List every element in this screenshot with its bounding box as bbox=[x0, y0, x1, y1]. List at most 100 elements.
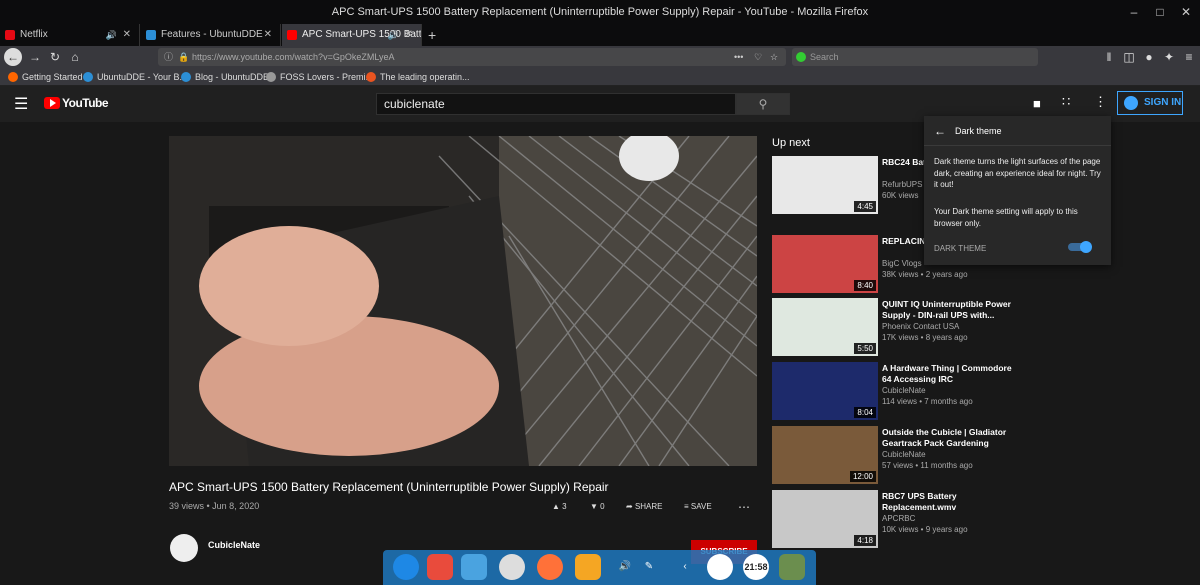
library-icon[interactable]: ‖ bbox=[1100, 48, 1118, 66]
popup-header: ← Dark theme bbox=[924, 116, 1111, 146]
bookmark-star-icon[interactable]: ☆ bbox=[770, 48, 778, 66]
speaker-icon[interactable]: 🔊 bbox=[388, 24, 399, 46]
minimize-icon[interactable]: – bbox=[1120, 0, 1148, 24]
related-video[interactable]: 12:00 Outside the Cubicle | Gladiator Ge… bbox=[772, 426, 1042, 488]
pocket-icon[interactable]: ♡ bbox=[754, 48, 762, 66]
share-icon: ➦ bbox=[626, 502, 633, 511]
related-video[interactable]: 5:50 QUINT IQ Uninterruptible Power Supp… bbox=[772, 298, 1042, 360]
power-icon[interactable] bbox=[707, 554, 733, 580]
video-meta: 39 views • Jun 8, 2020 bbox=[169, 501, 260, 511]
back-icon[interactable]: ← bbox=[4, 48, 22, 66]
channel-name: RefurbUPS bbox=[882, 180, 923, 189]
maximize-icon[interactable]: □ bbox=[1146, 0, 1174, 24]
channel-name: APCRBC bbox=[882, 514, 916, 523]
close-window-icon[interactable]: ✕ bbox=[1172, 0, 1200, 24]
window-title: APC Smart-UPS 1500 Battery Replacement (… bbox=[331, 6, 869, 18]
tab-youtube[interactable]: APC Smart-UPS 1500 Batt 🔊 ✕ bbox=[282, 24, 422, 46]
related-video[interactable]: 8:04 A Hardware Thing | Commodore 64 Acc… bbox=[772, 362, 1042, 424]
sign-in-button[interactable]: SIGN IN bbox=[1117, 91, 1183, 115]
duration-badge: 12:00 bbox=[849, 471, 876, 482]
new-tab-icon[interactable]: + bbox=[428, 24, 436, 46]
bookmark-item[interactable]: Blog - UbuntuDDE bbox=[181, 68, 269, 86]
app-store-icon[interactable] bbox=[461, 554, 487, 580]
save-button[interactable]: ≡ SAVE bbox=[684, 500, 712, 514]
share-button[interactable]: ➦ SHARE bbox=[626, 500, 663, 514]
sign-in-label: SIGN IN bbox=[1144, 97, 1182, 108]
tab-netflix[interactable]: Netflix 🔊 ✕ bbox=[0, 24, 140, 46]
launcher-icon[interactable] bbox=[393, 554, 419, 580]
trash-icon[interactable] bbox=[779, 554, 805, 580]
close-tab-icon[interactable]: ✕ bbox=[264, 24, 272, 46]
tab-features-ubuntudde[interactable]: Features - UbuntuDDE ✕ bbox=[141, 24, 281, 46]
video-thumbnail[interactable]: 4:45 bbox=[772, 156, 878, 214]
apps-grid-icon[interactable]: ∷ bbox=[1062, 94, 1070, 110]
channel-avatar[interactable] bbox=[170, 534, 198, 562]
url-bar[interactable]: ⓘ 🔒 https://www.youtube.com/watch?v=GpOk… bbox=[158, 48, 786, 66]
chevron-left-icon[interactable]: ‹ bbox=[675, 554, 695, 580]
search-bar[interactable]: Search bbox=[792, 48, 1038, 66]
dark-theme-toggle[interactable] bbox=[1068, 241, 1092, 253]
close-tab-icon[interactable]: ✕ bbox=[123, 24, 131, 46]
create-video-icon[interactable]: ■ bbox=[1033, 96, 1041, 111]
volume-icon[interactable]: 🔊 bbox=[615, 554, 635, 580]
video-title: QUINT IQ Uninterruptible Power Supply - … bbox=[882, 299, 1011, 320]
lock-icon: 🔒 bbox=[178, 52, 190, 62]
bookmark-item[interactable]: Getting Started bbox=[8, 68, 83, 86]
tab-bar: Netflix 🔊 ✕ Features - UbuntuDDE ✕ APC S… bbox=[0, 24, 1200, 46]
menu-icon[interactable]: ≡ bbox=[1180, 48, 1198, 66]
ubuntudde-icon bbox=[181, 72, 191, 82]
channel-name: CubicleNate bbox=[882, 386, 926, 395]
extension-icon[interactable]: ✦ bbox=[1160, 48, 1178, 66]
clock-widget[interactable]: 21:58 bbox=[743, 554, 769, 580]
like-button[interactable]: ▲ 3 bbox=[552, 500, 567, 514]
duration-badge: 4:45 bbox=[854, 201, 876, 212]
video-thumbnail[interactable]: 8:04 bbox=[772, 362, 878, 420]
page-actions-icon[interactable]: ••• bbox=[734, 48, 743, 66]
bookmark-item[interactable]: FOSS Lovers - Premi... bbox=[266, 68, 373, 86]
screen-recorder-icon[interactable] bbox=[427, 554, 453, 580]
forward-icon[interactable]: → bbox=[26, 48, 44, 66]
youtube-search-button[interactable]: ⚲ bbox=[736, 93, 790, 115]
view-count: 57 views • 11 months ago bbox=[882, 461, 973, 470]
video-thumbnail[interactable]: 4:18 bbox=[772, 490, 878, 548]
more-actions-icon[interactable]: ⋯ bbox=[738, 500, 750, 514]
related-video[interactable]: 4:18 RBC7 UPS Battery Replacement.wmv AP… bbox=[772, 490, 1042, 552]
popup-note: Your Dark theme setting will apply to th… bbox=[934, 207, 1078, 228]
video-thumbnail[interactable]: 12:00 bbox=[772, 426, 878, 484]
settings-dots-icon[interactable]: ⋮ bbox=[1094, 94, 1107, 110]
dislike-button[interactable]: ▼ 0 bbox=[590, 500, 605, 514]
back-arrow-icon[interactable]: ← bbox=[934, 116, 946, 146]
hamburger-menu-icon[interactable]: ☰ bbox=[14, 94, 28, 114]
settings-icon[interactable] bbox=[499, 554, 525, 580]
search-icon: ⚲ bbox=[758, 97, 768, 111]
view-count: 38K views • 2 years ago bbox=[882, 270, 968, 279]
url-text: https://www.youtube.com/watch?v=GpOkeZML… bbox=[192, 52, 395, 62]
sidebar-icon[interactable]: ◫ bbox=[1120, 48, 1138, 66]
downloads-icon[interactable] bbox=[575, 554, 601, 580]
bookmark-item[interactable]: The leading operatin... bbox=[366, 68, 470, 86]
close-tab-icon[interactable]: ✕ bbox=[405, 24, 413, 46]
reload-icon[interactable]: ↻ bbox=[46, 48, 64, 66]
video-title: APC Smart-UPS 1500 Battery Replacement (… bbox=[169, 480, 609, 494]
thumbs-up-icon: ▲ bbox=[552, 502, 560, 511]
window-titlebar: APC Smart-UPS 1500 Battery Replacement (… bbox=[0, 0, 1200, 24]
account-icon[interactable]: ● bbox=[1140, 48, 1158, 66]
video-player[interactable] bbox=[169, 136, 757, 466]
ubuntudde-icon bbox=[146, 30, 156, 40]
tab-label: Features - UbuntuDDE bbox=[161, 29, 263, 40]
bookmark-item[interactable]: UbuntuDDE - Your B... bbox=[83, 68, 187, 86]
home-icon[interactable]: ⌂ bbox=[66, 48, 84, 66]
firefox-icon bbox=[8, 72, 18, 82]
speaker-icon[interactable]: 🔊 bbox=[106, 24, 117, 46]
channel-name[interactable]: CubicleNate bbox=[208, 540, 260, 550]
pen-icon[interactable]: ✎ bbox=[639, 554, 659, 580]
firefox-icon[interactable] bbox=[537, 554, 563, 580]
search-engine-icon bbox=[796, 52, 806, 62]
info-icon[interactable]: ⓘ bbox=[164, 48, 173, 66]
view-count: 60K views bbox=[882, 191, 919, 200]
youtube-search-input[interactable]: cubiclenate bbox=[376, 93, 736, 115]
view-count: 17K views • 8 years ago bbox=[882, 333, 968, 342]
video-thumbnail[interactable]: 5:50 bbox=[772, 298, 878, 356]
video-thumbnail[interactable]: 8:40 bbox=[772, 235, 878, 293]
youtube-logo[interactable]: YouTube bbox=[62, 96, 109, 110]
